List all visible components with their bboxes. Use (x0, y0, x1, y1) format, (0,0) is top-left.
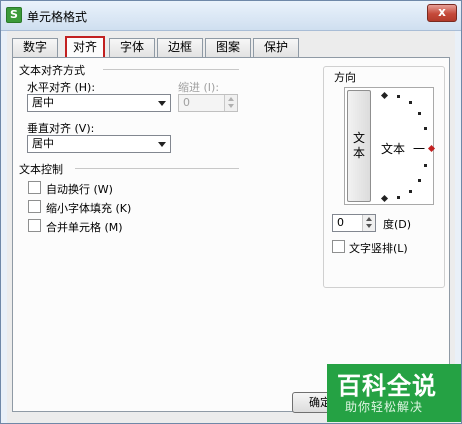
watermark-sub-text: 助你轻松解决 (345, 400, 424, 414)
chevron-down-icon (158, 142, 166, 147)
dial-mark-90 (380, 91, 389, 100)
shrink-to-fit-checkbox[interactable] (28, 200, 41, 213)
up-arrow-icon (366, 217, 372, 221)
watermark-main-text: 百科全说 (337, 372, 437, 400)
degree-stepper[interactable]: 0 (332, 214, 376, 232)
indent-stepper-buttons[interactable] (224, 95, 237, 111)
dial-mark (409, 190, 412, 193)
dial-mark (424, 127, 427, 130)
app-icon: S (6, 7, 22, 23)
dial-text: 文本 (381, 142, 406, 156)
tab-pattern[interactable]: 图案 (205, 38, 251, 57)
horizontal-align-select[interactable]: 居中 (27, 94, 171, 112)
merge-cells-label[interactable]: 合并单元格 (M) (46, 219, 123, 235)
horizontal-align-label: 水平对齐 (H): (27, 81, 96, 94)
text-alignment-divider (103, 69, 239, 70)
format-cells-dialog: S 单元格格式 x 数字 对齐 字体 边框 图案 保护 文本对齐方式 水平对齐 … (0, 0, 462, 424)
chevron-down-icon (158, 101, 166, 106)
watermark-logo: 百科全说 助你轻松解决 (327, 364, 461, 422)
dial-pointer[interactable] (427, 144, 436, 153)
orientation-group: 方向 文本 文本 一 0 度(D) 文字竖排(L) (323, 66, 445, 288)
indent-stepper[interactable]: 0 (178, 94, 238, 112)
tab-alignment[interactable]: 对齐 (65, 36, 105, 58)
wrap-text-checkbox[interactable] (28, 181, 41, 194)
title-bar[interactable]: S 单元格格式 x (1, 1, 461, 31)
horizontal-align-value: 居中 (32, 96, 54, 109)
vertical-align-select[interactable]: 居中 (27, 135, 171, 153)
degree-stepper-buttons[interactable] (362, 215, 375, 231)
dial-mark (424, 164, 427, 167)
vertical-text-checkbox-label[interactable]: 文字竖排(L) (349, 240, 408, 256)
tab-number[interactable]: 数字 (12, 38, 58, 57)
orientation-dial[interactable]: 文本 文本 一 (344, 87, 436, 205)
up-arrow-icon (228, 97, 234, 101)
dial-mark (418, 112, 421, 115)
down-arrow-icon (366, 224, 372, 228)
close-button[interactable]: x (427, 4, 457, 22)
indent-value: 0 (183, 96, 190, 109)
vertical-text-label: 文本 (353, 131, 366, 160)
wrap-text-label[interactable]: 自动换行 (W) (46, 181, 113, 197)
degree-value: 0 (337, 216, 344, 229)
text-alignment-heading: 文本对齐方式 (19, 64, 85, 77)
text-control-heading: 文本控制 (19, 163, 63, 176)
alignment-panel: 文本对齐方式 水平对齐 (H): 居中 缩进 (I): 0 垂直对齐 (V): … (12, 57, 450, 412)
shrink-to-fit-label[interactable]: 缩小字体填充 (K) (46, 200, 131, 216)
dial-mark (409, 101, 412, 104)
degree-label: 度(D) (383, 218, 412, 231)
indent-label: 缩进 (I): (178, 81, 220, 94)
merge-cells-checkbox[interactable] (28, 219, 41, 232)
dial-mark (397, 95, 400, 98)
vertical-align-label: 垂直对齐 (V): (27, 122, 95, 135)
dial-mark (397, 196, 400, 199)
dial-mark (418, 179, 421, 182)
down-arrow-icon (228, 104, 234, 108)
tab-protection[interactable]: 保护 (253, 38, 299, 57)
tab-font[interactable]: 字体 (109, 38, 155, 57)
window-title: 单元格格式 (27, 10, 88, 24)
orientation-heading: 方向 (334, 71, 356, 84)
text-control-divider (75, 168, 239, 169)
tab-border[interactable]: 边框 (157, 38, 203, 57)
dial-mark-minus-90 (380, 194, 389, 203)
dial-line: 一 (413, 142, 426, 156)
vertical-text-checkbox[interactable] (332, 240, 345, 253)
vertical-align-value: 居中 (32, 137, 54, 150)
vertical-text-button[interactable]: 文本 (347, 90, 371, 202)
